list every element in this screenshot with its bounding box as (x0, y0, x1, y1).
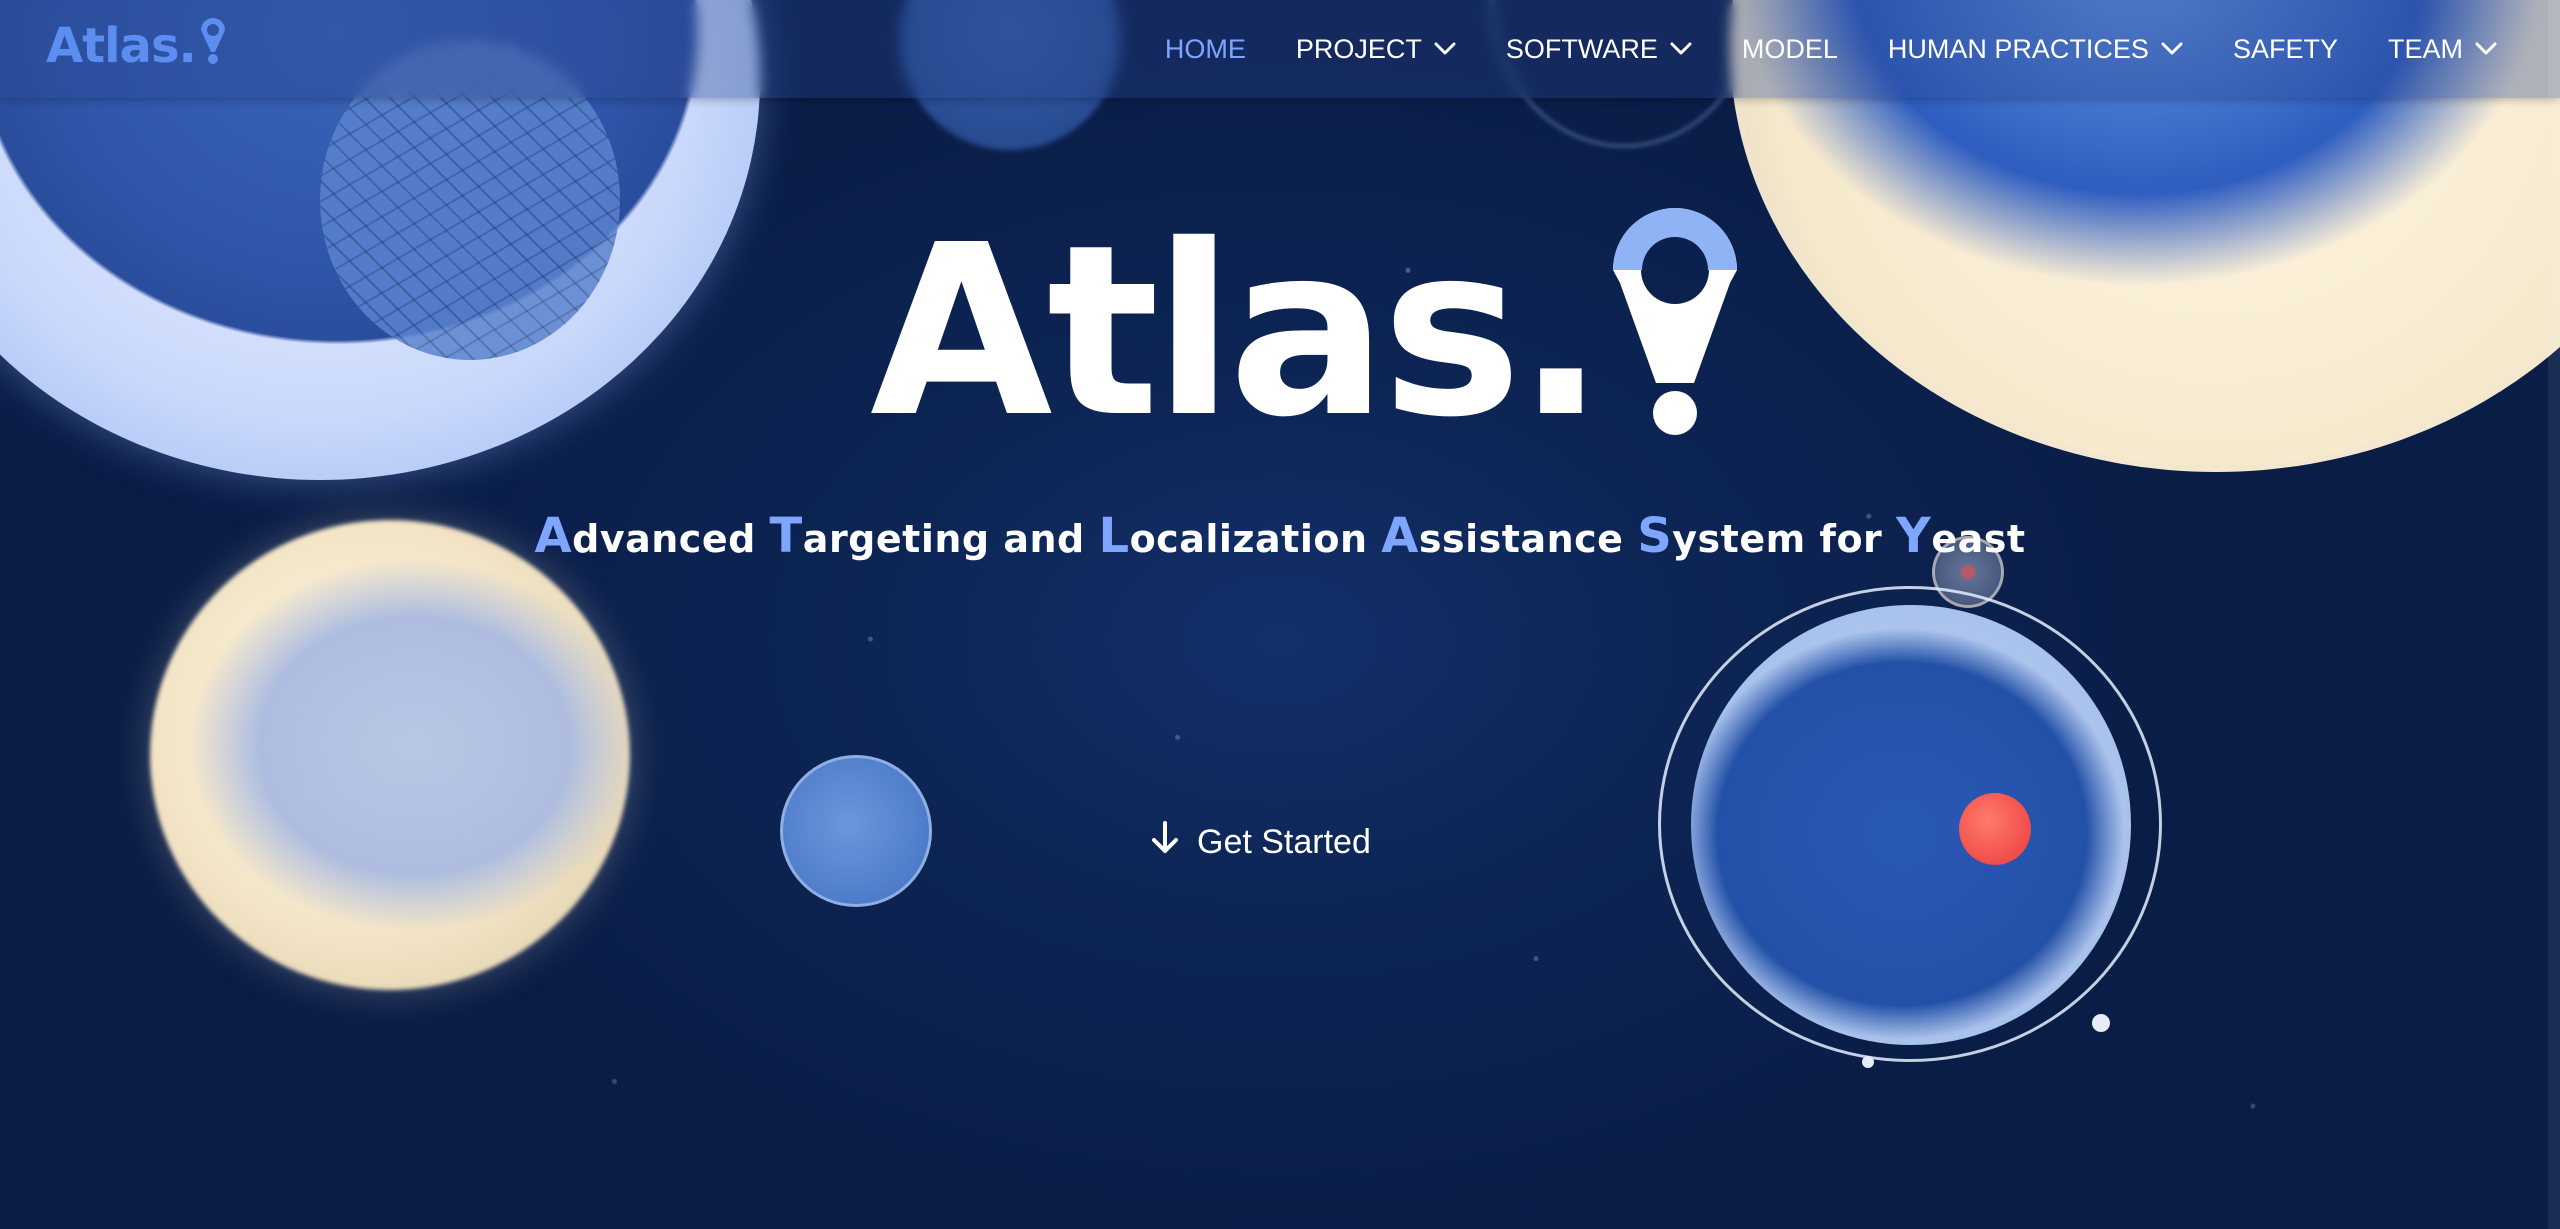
nav-item-software[interactable]: SOFTWARE (1481, 0, 1717, 98)
tagline-word: Assistance (1381, 508, 1624, 564)
brand-logo-link[interactable]: Atlas. (46, 18, 228, 78)
location-pin-icon (1610, 208, 1740, 442)
nav-item-label: HOME (1164, 33, 1246, 64)
nav-item-project[interactable]: PROJECT (1271, 0, 1481, 98)
tagline-word: for (1819, 517, 1883, 561)
chevron-down-icon (2161, 42, 2183, 56)
main-menu: HOME PROJECT SOFTWARE MODEL HUMAN PRACTI… (1140, 0, 2522, 98)
tagline-word: Advanced (534, 508, 756, 564)
nav-item-label: TEAM (2387, 33, 2463, 64)
nav-item-model[interactable]: MODEL (1717, 0, 1863, 98)
tagline-word: Yeast (1896, 508, 2026, 564)
decorative-dot (1862, 1056, 1874, 1068)
location-pin-icon (198, 16, 228, 78)
yeast-cell-nucleus (1959, 793, 2031, 865)
decorative-cell-left (150, 520, 630, 990)
nav-item-label: SAFETY (2232, 33, 2338, 64)
hero-title: Atlas. (870, 194, 1606, 469)
get-started-button[interactable]: Get Started (1145, 820, 1377, 865)
arrow-down-icon (1151, 821, 1179, 864)
nav-item-team[interactable]: TEAM (2363, 0, 2522, 98)
yeast-cell-body (1691, 605, 2131, 1045)
chevron-down-icon (1434, 42, 1456, 56)
top-nav-bar: Atlas. HOME PROJECT SOFTWARE MODEL HUMAN… (0, 0, 2560, 98)
nav-item-label: HUMAN PRACTICES (1887, 33, 2149, 64)
decorative-dot (2092, 1014, 2110, 1032)
tagline-word: and (1003, 517, 1085, 561)
page: Atlas. HOME PROJECT SOFTWARE MODEL HUMAN… (0, 0, 2560, 1229)
nav-item-label: SOFTWARE (1505, 33, 1658, 64)
tagline-word: System (1637, 508, 1806, 564)
decorative-yeast-cell (1658, 586, 2162, 1062)
nav-item-home[interactable]: HOME (1140, 0, 1271, 98)
tagline-word: Targeting (769, 508, 990, 564)
get-started-label: Get Started (1197, 823, 1371, 861)
hero-tagline: Advanced Targeting and Localization Assi… (0, 508, 2560, 564)
nav-item-safety[interactable]: SAFETY (2208, 0, 2363, 98)
hero-logo: Atlas. (870, 208, 1740, 450)
brand-name: Atlas. (46, 18, 197, 74)
decorative-cell-small (780, 755, 932, 907)
nav-item-human-practices[interactable]: HUMAN PRACTICES (1863, 0, 2208, 98)
nav-item-label: PROJECT (1295, 33, 1422, 64)
chevron-down-icon (2475, 42, 2497, 56)
tagline-word: Localization (1098, 508, 1368, 564)
chevron-down-icon (1670, 42, 1692, 56)
page-scrollbar[interactable] (2548, 0, 2560, 1229)
nav-item-label: MODEL (1741, 33, 1838, 64)
